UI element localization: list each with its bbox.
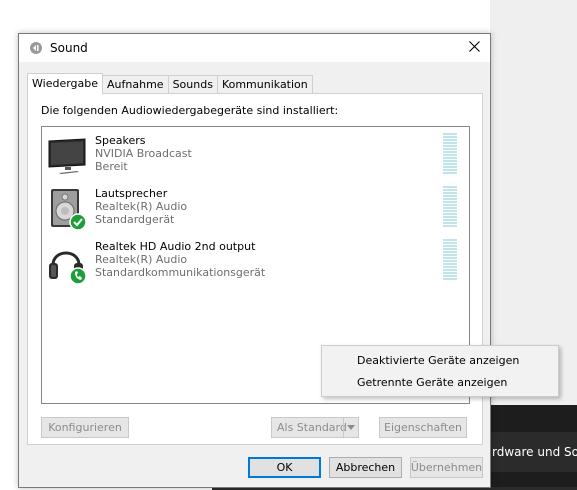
device-item-lautsprecher[interactable]: Lautsprecher Realtek(R) Audio Standardge… xyxy=(42,186,469,238)
device-item-realtek-2nd-output[interactable]: Realtek HD Audio 2nd output Realtek(R) A… xyxy=(42,239,469,291)
volume-meter xyxy=(443,239,457,280)
device-driver: NVIDIA Broadcast xyxy=(95,147,192,160)
device-driver: Realtek(R) Audio xyxy=(95,253,188,266)
device-item-speakers[interactable]: Speakers NVIDIA Broadcast Bereit xyxy=(42,133,469,185)
properties-button[interactable]: Eigenschaften xyxy=(379,417,467,438)
tab-wiedergabe[interactable]: Wiedergabe xyxy=(27,73,104,94)
context-menu: Deaktivierte Geräte anzeigen Getrennte G… xyxy=(321,345,559,397)
configure-button[interactable]: Konfigurieren xyxy=(41,417,129,438)
close-icon xyxy=(468,41,480,55)
set-default-button[interactable]: Als Standard xyxy=(271,417,359,438)
headphones-icon xyxy=(47,241,89,285)
tab-strip: Wiedergabe Aufnahme Sounds Kommunikation xyxy=(27,73,313,94)
device-status: Bereit xyxy=(95,160,128,173)
device-driver: Realtek(R) Audio xyxy=(95,200,188,213)
device-status: Standardgerät xyxy=(95,213,175,226)
sound-app-icon xyxy=(28,40,44,56)
device-name: Lautsprecher xyxy=(95,187,168,200)
volume-meter xyxy=(443,133,457,174)
tab-sounds[interactable]: Sounds xyxy=(167,75,218,93)
cancel-button[interactable]: Abbrechen xyxy=(329,457,402,478)
apply-button[interactable]: Übernehmen xyxy=(410,457,483,478)
dialog-title: Sound xyxy=(50,41,88,55)
background-window-title: rdware und Sound xyxy=(490,432,577,472)
tab-kommunikation[interactable]: Kommunikation xyxy=(216,75,313,93)
tab-aufnahme[interactable]: Aufnahme xyxy=(102,75,169,93)
close-button[interactable] xyxy=(462,36,486,60)
device-status: Standardkommunikationsgerät xyxy=(95,266,266,279)
panel-heading: Die folgenden Audiowiedergabegeräte sind… xyxy=(41,104,339,117)
device-name: Realtek HD Audio 2nd output xyxy=(95,240,256,253)
ok-button[interactable]: OK xyxy=(248,457,321,478)
monitor-icon xyxy=(47,135,89,177)
volume-meter xyxy=(443,186,457,227)
menu-item-show-disabled[interactable]: Deaktivierte Geräte anzeigen xyxy=(357,354,519,367)
sound-dialog: Sound Wiedergabe Aufnahme Sounds Kommuni… xyxy=(18,33,491,488)
title-bar[interactable]: Sound xyxy=(19,34,490,62)
device-name: Speakers xyxy=(95,134,146,147)
chevron-down-icon[interactable] xyxy=(343,418,358,437)
menu-item-show-disconnected[interactable]: Getrennte Geräte anzeigen xyxy=(357,376,507,389)
speaker-icon xyxy=(47,188,89,231)
